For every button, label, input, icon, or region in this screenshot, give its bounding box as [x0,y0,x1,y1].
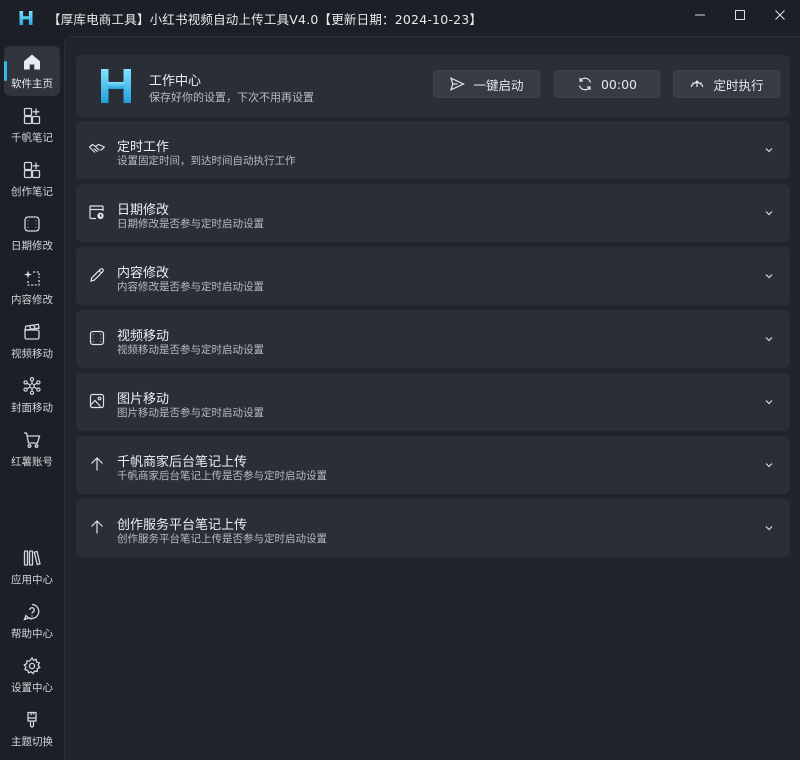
chevron-down-icon[interactable] [762,143,776,157]
sidebar-item-creator-notes[interactable]: 创作笔记 [4,154,60,204]
chevron-down-icon[interactable] [762,332,776,346]
section-subtitle: 日期修改是否参与定时启动设置 [117,218,264,230]
sidebar-item-label: 软件主页 [11,78,53,90]
sidebar-item-label: 红薯账号 [11,456,53,468]
sidebar: 软件主页 千帆笔记 创作笔记 日期修改 内容修改 视频移动 封面移动 红薯账号 … [0,44,64,760]
sidebar-item-help-center[interactable]: 帮助中心 [4,596,60,646]
share-nodes-icon [21,375,43,397]
cart-icon [21,429,43,451]
section-subtitle: 图片移动是否参与定时启动设置 [117,407,264,419]
work-center-card: 工作中心 保存好你的设置，下次不用再设置 一键启动 00:00 定时执行 [76,55,790,117]
maximize-icon [735,10,745,20]
sidebar-item-qianfan-notes[interactable]: 千帆笔记 [4,100,60,150]
section-video-move[interactable]: 视频移动 视频移动是否参与定时启动设置 [76,310,790,368]
scheduled-run-button[interactable]: 定时执行 [673,70,780,98]
sparkle-select-icon [21,267,43,289]
app-logo-icon [8,0,44,36]
sidebar-item-cover-move[interactable]: 封面移动 [4,370,60,420]
one-click-start-label: 一键启动 [473,77,524,93]
sidebar-item-home[interactable]: 软件主页 [4,46,60,96]
sidebar-item-theme[interactable]: 主题切换 [4,704,60,754]
section-creator-upload[interactable]: 创作服务平台笔记上传 创作服务平台笔记上传是否参与定时启动设置 [76,499,790,557]
page-subtitle: 保存好你的设置，下次不用再设置 [149,91,314,104]
section-content-edit[interactable]: 内容修改 内容修改是否参与定时启动设置 [76,247,790,305]
sidebar-item-date-edit[interactable]: 日期修改 [4,208,60,258]
sidebar-item-account[interactable]: 红薯账号 [4,424,60,474]
minimize-icon [695,14,705,16]
image-icon [88,392,106,410]
sidebar-item-label: 内容修改 [11,294,53,306]
timer-gauge-icon [691,80,704,88]
main-panel: 工作中心 保存好你的设置，下次不用再设置 一键启动 00:00 定时执行 定时工… [64,36,800,760]
handshake-icon [88,140,106,158]
section-subtitle: 创作服务平台笔记上传是否参与定时启动设置 [117,533,327,545]
help-chat-icon [21,601,43,623]
sidebar-item-video-move[interactable]: 视频移动 [4,316,60,366]
chevron-down-icon[interactable] [762,395,776,409]
timer-button[interactable]: 00:00 [554,70,660,98]
sidebar-item-label: 封面移动 [11,402,53,414]
filmstrip-icon [21,213,43,235]
section-qianfan-upload[interactable]: 千帆商家后台笔记上传 千帆商家后台笔记上传是否参与定时启动设置 [76,436,790,494]
chevron-down-icon[interactable] [762,521,776,535]
timer-label: 00:00 [600,76,638,92]
section-scheduled-work[interactable]: 定时工作 设置固定时间，到达时间自动执行工作 [76,121,790,179]
section-subtitle: 视频移动是否参与定时启动设置 [117,344,264,356]
close-icon [775,10,785,20]
maximize-button[interactable] [720,0,760,30]
sidebar-item-app-center[interactable]: 应用中心 [4,542,60,592]
send-icon [450,77,466,91]
filmstrip-icon [88,329,106,347]
sidebar-item-label: 主题切换 [11,736,53,748]
page-title: 工作中心 [149,74,202,89]
window-controls [680,0,800,30]
paintbrush-icon [21,709,43,731]
sidebar-item-label: 创作笔记 [11,186,53,198]
sidebar-item-content-edit[interactable]: 内容修改 [4,262,60,312]
window-title: 【厚库电商工具】小红书视频自动上传工具V4.0【更新日期：2024-10-23】 [48,11,483,27]
pencil-icon [88,266,106,284]
library-icon [21,547,43,569]
arrow-up-icon [88,455,106,473]
chevron-down-icon[interactable] [762,458,776,472]
section-date-edit[interactable]: 日期修改 日期修改是否参与定时启动设置 [76,184,790,242]
sidebar-item-label: 视频移动 [11,348,53,360]
arrow-up-icon [88,518,106,536]
calendar-clock-icon [88,203,106,221]
one-click-start-button[interactable]: 一键启动 [433,70,540,98]
section-subtitle: 千帆商家后台笔记上传是否参与定时启动设置 [117,470,327,482]
sidebar-item-label: 应用中心 [11,574,53,586]
close-button[interactable] [760,0,800,30]
brand-logo-icon [96,65,136,107]
section-subtitle: 设置固定时间，到达时间自动执行工作 [117,155,296,167]
title-bar: 【厚库电商工具】小红书视频自动上传工具V4.0【更新日期：2024-10-23】 [0,0,800,36]
chevron-down-icon[interactable] [762,206,776,220]
section-image-move[interactable]: 图片移动 图片移动是否参与定时启动设置 [76,373,790,431]
sync-icon [578,77,592,91]
sidebar-item-label: 日期修改 [11,240,53,252]
apps-add-icon [21,105,43,127]
home-icon [21,51,43,73]
section-subtitle: 内容修改是否参与定时启动设置 [117,281,264,293]
sidebar-item-label: 设置中心 [11,682,53,694]
minimize-button[interactable] [680,0,720,30]
sidebar-item-label: 千帆笔记 [11,132,53,144]
scheduled-run-label: 定时执行 [713,77,764,93]
clapperboard-icon [21,321,43,343]
chevron-down-icon[interactable] [762,269,776,283]
sidebar-item-label: 帮助中心 [11,628,53,640]
sidebar-item-settings[interactable]: 设置中心 [4,650,60,700]
apps-add-icon [21,159,43,181]
gear-icon [21,655,43,677]
